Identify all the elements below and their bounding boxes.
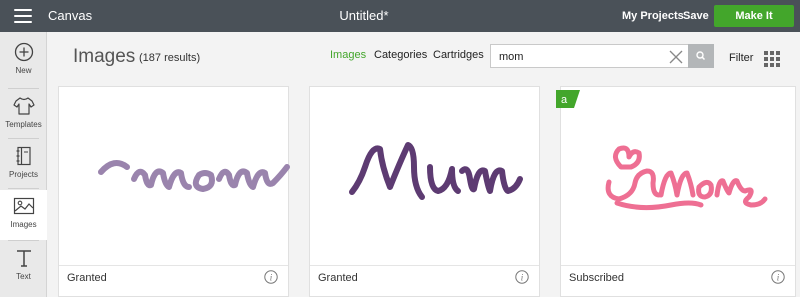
sidebar-item-images[interactable]: Images (0, 190, 47, 240)
shirt-icon (12, 97, 35, 115)
result-count: (187 results) (139, 52, 201, 64)
access-badge-icon: a (556, 90, 580, 108)
svg-text:i: i (270, 273, 273, 283)
mum-script-image (349, 142, 523, 200)
image-icon (13, 197, 34, 215)
info-icon[interactable]: i (771, 270, 785, 284)
tab-cartridges[interactable]: Cartridges (433, 49, 484, 61)
image-preview (310, 87, 539, 265)
sidebar-item-label: New (15, 66, 32, 75)
info-icon[interactable]: i (264, 270, 278, 284)
divider (8, 138, 39, 139)
clear-search-icon[interactable] (669, 50, 683, 64)
divider (8, 188, 39, 189)
divider (8, 88, 39, 89)
make-it-button[interactable]: Make It (714, 5, 794, 27)
card-status: Granted (67, 272, 107, 284)
svg-text:i: i (777, 273, 780, 283)
card-status: Subscribed (569, 272, 625, 284)
image-artwork (98, 160, 290, 192)
badge-label: a (561, 94, 568, 106)
sidebar-item-label: Images (10, 220, 37, 229)
image-preview (59, 87, 290, 265)
image-artwork (349, 142, 523, 200)
info-icon[interactable]: i (515, 270, 529, 284)
search-box (490, 44, 688, 68)
card-footer: Granted i (310, 265, 539, 297)
text-t-icon (16, 250, 31, 267)
image-card[interactable]: Granted i (58, 86, 290, 297)
sidebar: New Templates Projects Images Text (0, 32, 47, 297)
sidebar-item-new[interactable]: New (0, 36, 47, 86)
document-title[interactable]: Untitled* (0, 8, 728, 23)
save-button[interactable]: Save (683, 10, 709, 22)
svg-text:i: i (521, 273, 524, 283)
top-bar: Canvas Untitled* My Projects Save Make I… (0, 0, 800, 32)
mom-script-image (98, 160, 290, 192)
image-artwork (605, 145, 768, 211)
sidebar-item-text[interactable]: Text (0, 242, 47, 292)
search-button[interactable] (688, 44, 714, 68)
image-preview (561, 87, 795, 265)
tab-categories[interactable]: Categories (374, 49, 427, 61)
plus-circle-icon (14, 42, 33, 62)
filter-button[interactable]: Filter (729, 52, 753, 64)
card-status: Granted (318, 272, 358, 284)
sidebar-item-label: Text (16, 272, 31, 281)
notebook-icon (16, 146, 31, 166)
card-footer: Subscribed i (561, 265, 795, 297)
search-input[interactable] (499, 49, 659, 65)
moms-decorative-image (605, 145, 768, 211)
search-icon (696, 51, 706, 61)
sidebar-item-label: Projects (9, 170, 38, 179)
sidebar-item-label: Templates (5, 120, 42, 129)
my-projects-link[interactable]: My Projects (622, 10, 684, 22)
page-title: Images (73, 46, 136, 67)
image-card[interactable]: a Subscribed i (556, 86, 796, 297)
grid-view-icon[interactable] (764, 51, 780, 67)
image-card[interactable]: Granted i (309, 86, 540, 297)
sidebar-item-projects[interactable]: Projects (0, 140, 47, 190)
sidebar-item-templates[interactable]: Templates (0, 90, 47, 140)
tab-images[interactable]: Images (330, 49, 366, 61)
card-footer: Granted i (59, 265, 288, 297)
divider (8, 240, 39, 241)
